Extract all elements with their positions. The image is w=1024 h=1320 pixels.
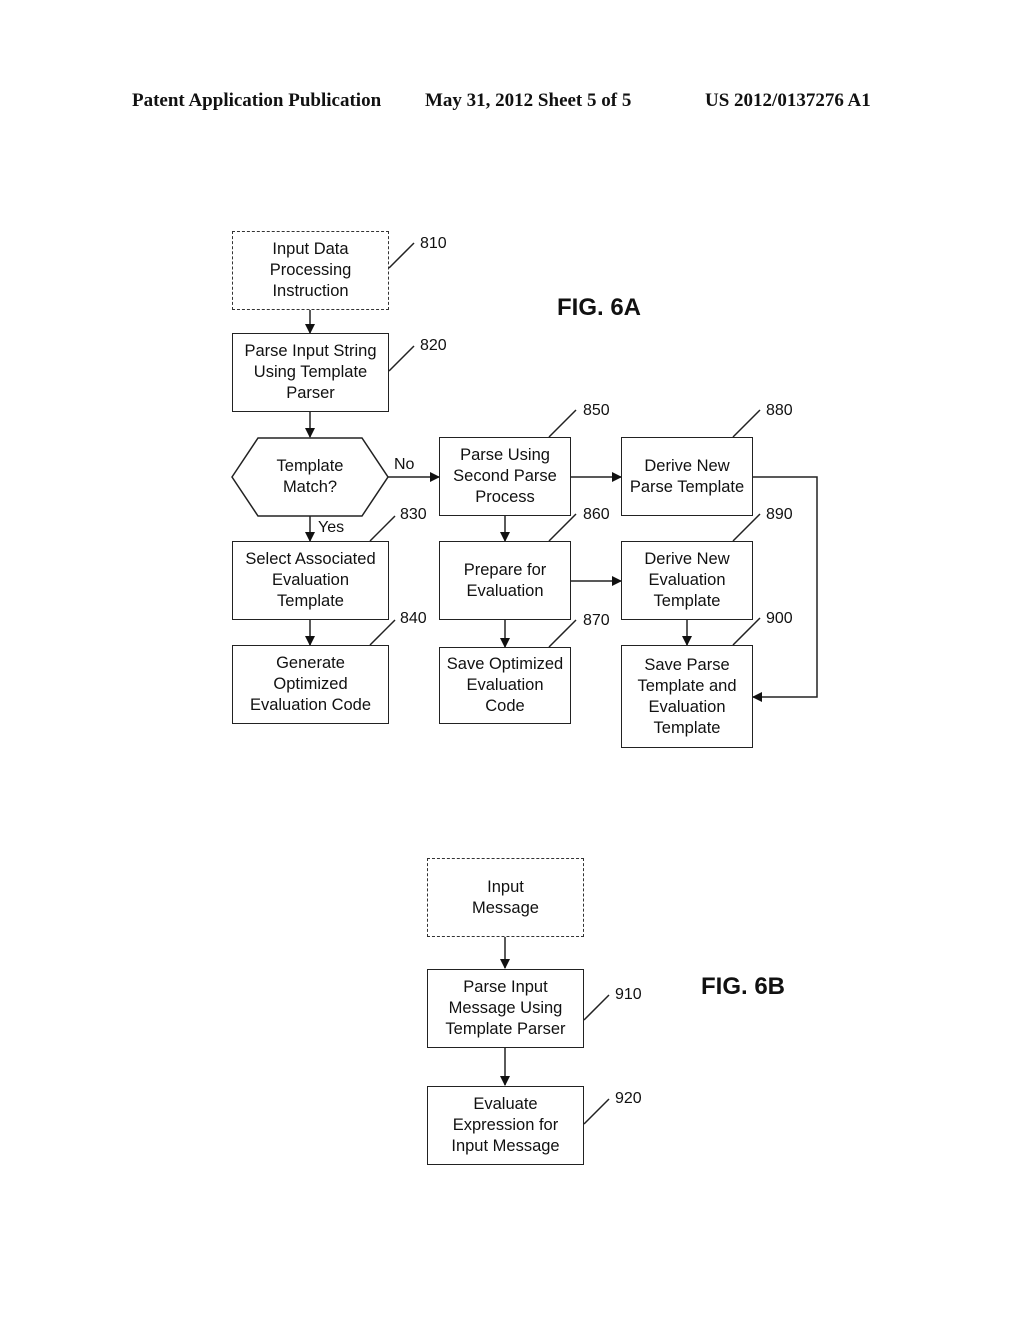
ref-920: 920: [615, 1090, 642, 1107]
fig-6a-title: FIG. 6A: [557, 294, 642, 321]
ref-810: 810: [420, 235, 447, 252]
ref-910: 910: [615, 986, 642, 1003]
ref-900: 900: [766, 610, 793, 627]
node-880-derive-parse-template: Derive New Parse Template: [621, 437, 753, 516]
ref-890: 890: [766, 506, 793, 523]
edge-label-no: No: [394, 456, 415, 473]
node-920-evaluate-expression: Evaluate Expression for Input Message: [427, 1086, 584, 1165]
node-840-generate-code: Generate Optimized Evaluation Code: [232, 645, 389, 724]
node-910-parse-message: Parse Input Message Using Template Parse…: [427, 969, 584, 1048]
node-820-parse-input: Parse Input String Using Template Parser: [232, 333, 389, 412]
fig-6b-title: FIG. 6B: [701, 973, 786, 1000]
decision-template-match: Template Match?: [276, 457, 344, 496]
ref-820: 820: [420, 337, 447, 354]
node-830-select-template: Select Associated Evaluation Template: [232, 541, 389, 620]
node-870-save-optimized: Save Optimized Evaluation Code: [439, 647, 571, 724]
node-900-save-templates: Save Parse Template and Evaluation Templ…: [621, 645, 753, 748]
node-input-message: Input Message: [427, 858, 584, 937]
ref-860: 860: [583, 506, 610, 523]
node-860-prepare-evaluation: Prepare for Evaluation: [439, 541, 571, 620]
node-890-derive-evaluation-template: Derive New Evaluation Template: [621, 541, 753, 620]
node-850-second-parse: Parse Using Second Parse Process: [439, 437, 571, 516]
node-810-input-data: Input Data Processing Instruction: [232, 231, 389, 310]
ref-870: 870: [583, 612, 610, 629]
ref-850: 850: [583, 402, 610, 419]
ref-880: 880: [766, 402, 793, 419]
edge-label-yes: Yes: [318, 519, 345, 536]
ref-840: 840: [400, 610, 427, 627]
ref-830: 830: [400, 506, 427, 523]
